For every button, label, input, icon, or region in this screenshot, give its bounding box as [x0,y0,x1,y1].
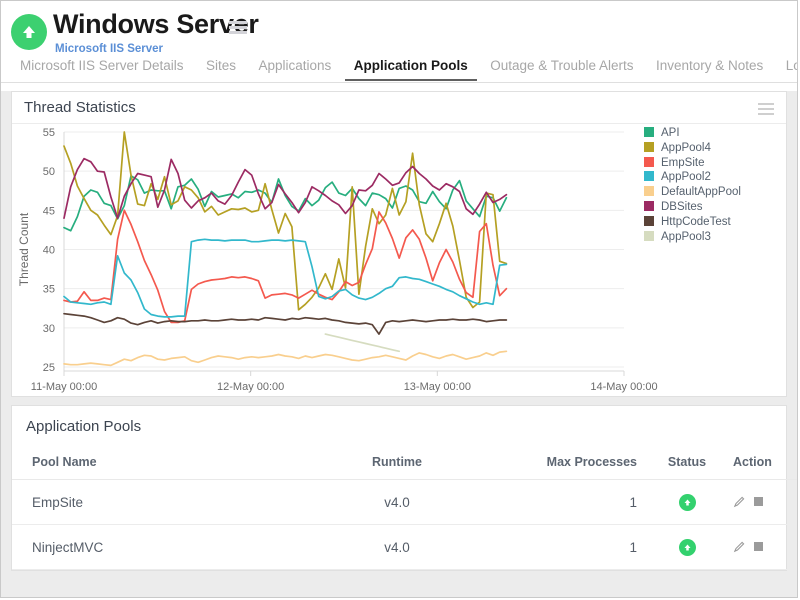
tab-log-report[interactable]: Log Report [777,58,798,79]
y-axis-tick-label: 40 [43,245,55,257]
panel-title: Thread Statistics [24,99,136,116]
panel-header: Thread Statistics [12,92,786,124]
table-header-row: Pool Name Runtime Max Processes Status A… [12,449,798,480]
tab-applications[interactable]: Applications [249,58,340,79]
app-header: Windows Server Microsoft IIS Server [1,1,797,57]
application-pools-table: Pool Name Runtime Max Processes Status A… [12,449,798,570]
breadcrumb[interactable]: Microsoft IIS Server [55,43,163,55]
up-arrow-circle-icon[interactable] [679,539,696,556]
legend-item-httpcodetest[interactable]: HttpCodeTest [644,216,794,231]
column-header-action: Action [727,449,798,480]
tab-application-pools[interactable]: Application Pools [345,58,477,81]
y-axis-tick-label: 50 [43,166,55,178]
chart-line-defaultapppool [64,351,506,365]
thread-statistics-chart: 25 30 35 40 45 50 55 11-May 00:00 12-May 00:00 13… [12,124,786,396]
table-row: EmpSitev4.01 [12,480,798,525]
legend-swatch-icon [644,171,654,181]
stop-square-icon[interactable] [754,497,763,506]
app-window: Windows Server Microsoft IIS Server Micr… [0,0,798,598]
page-body: Thread Statistics 25 30 35 40 45 50 55 11-May 0… [1,91,797,598]
hamburger-icon[interactable] [229,21,247,35]
y-axis-tick-label: 25 [43,362,55,374]
column-header-pool-name: Pool Name [12,449,322,480]
legend-swatch-icon [644,201,654,211]
legend-swatch-icon [644,127,654,137]
chart-line-apppool2 [64,239,506,317]
cell-pool-name: EmpSite [12,480,322,525]
tab-microsoft-iis-server-details[interactable]: Microsoft IIS Server Details [11,58,193,79]
panel-title: Application Pools [12,406,786,435]
cell-max-processes: 1 [472,480,647,525]
x-axis-tick-label: 14-May 00:00 [590,381,657,393]
y-axis-tick-label: 30 [43,323,55,335]
legend-label: EmpSite [661,157,704,169]
legend-label: DefaultAppPool [661,186,741,198]
tab-inventory-notes[interactable]: Inventory & Notes [647,58,772,79]
cell-runtime: v4.0 [322,525,472,570]
application-pools-panel: Application Pools Pool Name Runtime Max … [11,405,787,571]
legend-item-api[interactable]: API [644,127,794,142]
table-row: NinjectMVCv4.01 [12,525,798,570]
page-title: Windows Server [53,9,259,40]
column-header-max-processes: Max Processes [472,449,647,480]
pencil-icon[interactable] [733,540,746,556]
y-axis-title: Thread Count [17,212,31,286]
legend-swatch-icon [644,186,654,196]
x-axis-tick-label: 11-May 00:00 [31,381,97,393]
hamburger-icon[interactable] [758,103,774,115]
y-axis-tick-label: 55 [43,127,55,139]
legend-label: HttpCodeTest [661,216,731,228]
cell-action [727,525,798,570]
legend-swatch-icon [644,231,654,241]
legend-label: AppPool2 [661,171,711,183]
chart-line-apppool4 [64,132,506,310]
y-axis-tick-label: 45 [43,205,55,217]
legend-label: API [661,127,680,139]
column-header-runtime: Runtime [322,449,472,480]
cell-status [647,525,727,570]
cell-runtime: v4.0 [322,480,472,525]
legend-label: DBSites [661,201,703,213]
stop-square-icon[interactable] [754,542,763,551]
tab-sites[interactable]: Sites [197,58,245,79]
chart-line-httpcodetest [64,314,506,334]
legend-label: AppPool3 [661,231,711,243]
legend-item-dbsites[interactable]: DBSites [644,201,794,216]
cell-action [727,480,798,525]
y-axis-tick-label: 35 [43,284,55,296]
tab-bar: Microsoft IIS Server Details Sites Appli… [1,57,797,83]
up-arrow-circle-icon[interactable] [679,494,696,511]
legend-item-apppool2[interactable]: AppPool2 [644,171,794,186]
tab-outage-trouble-alerts[interactable]: Outage & Trouble Alerts [481,58,642,79]
thread-statistics-panel: Thread Statistics 25 30 35 40 45 50 55 11-May 0… [11,91,787,397]
legend-item-empsite[interactable]: EmpSite [644,157,794,172]
table-body: EmpSitev4.01NinjectMVCv4.01 [12,480,798,570]
cell-pool-name: NinjectMVC [12,525,322,570]
legend-label: AppPool4 [661,142,711,154]
legend-item-apppool3[interactable]: AppPool3 [644,231,794,246]
cell-max-processes: 1 [472,525,647,570]
x-axis-tick-label: 12-May 00:00 [217,381,284,393]
legend-swatch-icon [644,157,654,167]
legend-item-apppool4[interactable]: AppPool4 [644,142,794,157]
chart-line-apppool3 [325,334,399,351]
pencil-icon[interactable] [733,495,746,511]
x-axis-tick-label: 13-May 00:00 [404,381,471,393]
column-header-status: Status [647,449,727,480]
chart-legend: API AppPool4 EmpSite AppPool2 DefaultAppPool… [644,127,794,245]
legend-swatch-icon [644,216,654,226]
up-arrow-circle-icon [11,14,47,50]
legend-item-defaultapppool[interactable]: DefaultAppPool [644,186,794,201]
cell-status [647,480,727,525]
chart-line-empsite [64,210,506,322]
legend-swatch-icon [644,142,654,152]
